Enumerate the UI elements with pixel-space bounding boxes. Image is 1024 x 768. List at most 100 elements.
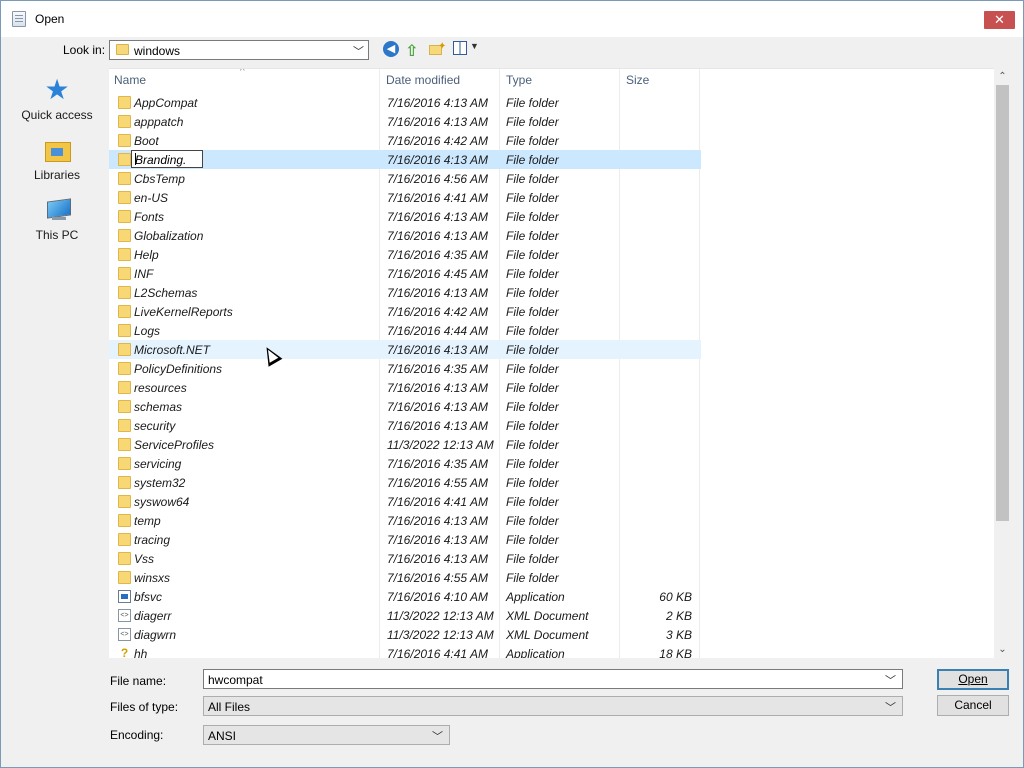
file-list-row[interactable]: schemas 7/16/2016 4:13 AM File folder [109,397,701,416]
file-list-row[interactable]: Help 7/16/2016 4:35 AM File folder [109,245,701,264]
file-list-row[interactable]: tracing 7/16/2016 4:13 AM File folder [109,530,701,549]
file-list-row[interactable]: Vss 7/16/2016 4:13 AM File folder [109,549,701,568]
scrollbar-thumb[interactable] [996,85,1009,521]
encoding-value: ANSI [208,729,237,743]
file-list-row[interactable]: AppCompat 7/16/2016 4:13 AM File folder [109,93,701,112]
column-header-name[interactable]: Name [114,73,146,87]
folder-icon [118,457,131,470]
encoding-select[interactable]: ANSI ﹀ [203,725,450,745]
place-libraries[interactable]: Libraries [9,136,105,190]
file-list-row[interactable]: ? hh 7/16/2016 4:41 AM Application 18 KB [109,644,701,658]
file-list-row[interactable]: bfsvc 7/16/2016 4:10 AM Application 60 KB [109,587,701,606]
file-list-row[interactable]: syswow64 7/16/2016 4:41 AM File folder [109,492,701,511]
scroll-down-icon[interactable]: ⌄ [994,641,1011,658]
up-one-level-button[interactable]: ⇧ [405,41,425,60]
folder-icon [118,362,131,375]
file-list-row[interactable]: resources 7/16/2016 4:13 AM File folder [109,378,701,397]
file-list[interactable]: ^ Name Date modified Type Size AppCompat… [109,68,1011,658]
date-modified-cell: 7/16/2016 4:13 AM [387,419,488,433]
folder-icon [118,286,131,299]
file-name-cell: schemas [134,400,183,414]
chevron-down-icon: ﹀ [353,46,364,58]
file-list-row[interactable]: L2Schemas 7/16/2016 4:13 AM File folder [109,283,701,302]
date-modified-cell: 7/16/2016 4:13 AM [387,552,488,566]
file-name-input[interactable]: hwcompat ﹀ [203,669,903,689]
file-type-cell: File folder [506,191,559,205]
folder-icon [118,381,131,394]
date-modified-cell: 7/16/2016 4:13 AM [387,229,488,243]
application-icon [118,590,131,603]
file-list-row[interactable]: en-US 7/16/2016 4:41 AM File folder [109,188,701,207]
file-list-row[interactable]: system32 7/16/2016 4:55 AM File folder [109,473,701,492]
file-list-row[interactable]: PolicyDefinitions 7/16/2016 4:35 AM File f… [109,359,701,378]
file-list-row[interactable]: INF 7/16/2016 4:45 AM File folder [109,264,701,283]
date-modified-cell: 7/16/2016 4:13 AM [387,381,488,395]
file-type-cell: XML Document [506,609,589,623]
look-in-label: Look in: [63,43,106,57]
folder-icon [118,153,131,166]
file-list-row[interactable]: ServiceProfiles 11/3/2022 12:13 AM File fo… [109,435,701,454]
new-folder-button[interactable]: ✦ [429,41,449,59]
look-in-dropdown[interactable]: windows ﹀ [109,40,369,60]
date-modified-cell: 7/16/2016 4:35 AM [387,248,488,262]
file-name-cell: apppatch [134,115,184,129]
open-button[interactable]: Open [937,669,1009,690]
back-button[interactable]: ◀ [383,41,403,59]
file-list-row[interactable]: <> diagwrn 11/3/2022 12:13 AM XML Document 3… [109,625,701,644]
cancel-button[interactable]: Cancel [937,695,1009,716]
file-type-cell: File folder [506,286,559,300]
view-menu-button[interactable]: ▼ [453,41,479,59]
date-modified-cell: 11/3/2022 12:13 AM [387,628,494,642]
column-header-date[interactable]: Date modified [386,73,460,87]
file-list-row[interactable]: CbsTemp 7/16/2016 4:56 AM File folder [109,169,701,188]
column-header-type[interactable]: Type [506,73,532,87]
look-in-value: windows [134,44,181,58]
file-name-cell: INF [134,267,154,281]
file-list-row[interactable]: temp 7/16/2016 4:13 AM File folder [109,511,701,530]
folder-icon [118,343,131,356]
file-name-cell: CbsTemp [134,172,185,186]
folder-icon [118,267,131,280]
title-bar: Open ✕ [1,1,1023,37]
dialog-title: Open [35,12,65,26]
file-list-row[interactable]: Microsoft.NET 7/16/2016 4:13 AM File folde… [109,340,701,359]
file-type-cell: File folder [506,552,559,566]
column-header-size[interactable]: Size [626,73,649,87]
file-type-cell: File folder [506,324,559,338]
date-modified-cell: 7/16/2016 4:55 AM [387,476,488,490]
file-list-row[interactable]: Boot 7/16/2016 4:42 AM File folder [109,131,701,150]
file-name-cell: temp [134,514,161,528]
vertical-scrollbar[interactable]: ⌃ ⌄ [994,68,1011,658]
file-list-row[interactable]: Fonts 7/16/2016 4:13 AM File folder [109,207,701,226]
place-quick-access[interactable]: ★ Quick access [9,76,105,130]
place-label: This PC [35,228,79,242]
file-list-row[interactable]: <> diagerr 11/3/2022 12:13 AM XML Document 2… [109,606,701,625]
date-modified-cell: 7/16/2016 4:13 AM [387,115,488,129]
file-name-label: File name: [110,674,167,688]
help-app-icon: ? [120,646,129,658]
file-list-row[interactable]: Logs 7/16/2016 4:44 AM File folder [109,321,701,340]
file-size-cell: 2 KB [665,609,692,623]
place-this-pc[interactable]: This PC [9,196,105,250]
file-name-cell: diagerr [134,609,172,623]
chevron-down-icon[interactable]: ﹀ [885,672,896,688]
file-name-cell: AppCompat [134,96,198,110]
file-list-row[interactable]: winsxs 7/16/2016 4:55 AM File folder [109,568,701,587]
rename-input[interactable]: Branding. [131,150,203,168]
folder-icon [118,229,131,242]
file-name-cell: servicing [134,457,182,471]
close-button[interactable]: ✕ [984,11,1015,29]
file-list-row[interactable]: LiveKernelReports 7/16/2016 4:42 AM File f… [109,302,701,321]
file-list-row[interactable]: security 7/16/2016 4:13 AM File folder [109,416,701,435]
file-type-select[interactable]: All Files ﹀ [203,696,903,716]
file-name-cell: PolicyDefinitions [134,362,223,376]
file-list-row[interactable]: Globalization 7/16/2016 4:13 AM File folde… [109,226,701,245]
date-modified-cell: 7/16/2016 4:44 AM [387,324,488,338]
file-name-cell: Branding. [135,153,187,167]
folder-icon [118,552,131,565]
up-folder-icon: ⇧ [405,43,419,60]
file-list-row[interactable]: apppatch 7/16/2016 4:13 AM File folder [109,112,701,131]
file-list-row[interactable]: servicing 7/16/2016 4:35 AM File folder [109,454,701,473]
scroll-up-icon[interactable]: ⌃ [994,68,1011,85]
file-list-row[interactable]: Branding. 7/16/2016 4:13 AM File folder [109,150,701,169]
